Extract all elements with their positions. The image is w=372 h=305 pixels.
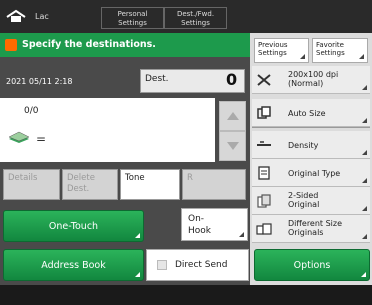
original-type-label: Original Type [288,169,341,178]
options-label: Options [293,260,331,271]
scan-size-label: Auto Size [288,109,326,118]
corner-mark-icon [362,85,367,90]
one-touch-button[interactable]: One-Touch [3,210,144,242]
two-sided-label: 2-Sided Original [288,191,320,209]
direct-send-label: Direct Send [175,260,228,270]
options-button[interactable]: Options [254,249,370,281]
corner-mark-icon [362,234,367,239]
tone-button[interactable]: Tone [120,169,180,200]
density-setting[interactable]: Density [252,131,370,159]
different-size-icon [256,223,272,235]
divider [252,127,370,128]
on-hook-label: On- Hook [188,214,211,236]
favorite-settings-button[interactable]: Favorite Settings [312,38,368,63]
resolution-icon [257,74,271,86]
one-touch-label: One-Touch [48,221,99,232]
alert-icon [5,39,17,51]
copy-size-icon [257,106,271,119]
on-hook-button[interactable]: On- Hook [181,208,248,241]
corner-mark-icon [361,272,366,277]
corner-mark-icon [359,54,364,59]
list-count: 0/0 [24,106,39,116]
resolution-setting[interactable]: 200x100 dpi (Normal) [252,66,370,94]
delete-dest-button[interactable]: Delete Dest. [62,169,118,200]
density-icon [257,141,271,146]
dest-fwd-settings-button[interactable]: Dest./Fwd. Settings [164,7,227,29]
scroll-up-button[interactable] [219,101,246,131]
page-title: Specify the destinations. [0,33,250,57]
dest-label: Dest. [145,74,169,84]
previous-settings-label: Previous Settings [258,41,288,57]
details-button[interactable]: Details [3,169,60,200]
scroll-down-button[interactable] [219,131,246,161]
page-title-text: Specify the destinations. [22,39,156,50]
arrow-down-icon [227,142,239,150]
corner-mark-icon [362,206,367,211]
different-size-label: Different Size Originals [288,219,343,237]
original-type-icon [258,166,270,180]
corner-mark-icon [362,178,367,183]
checkbox-icon [157,260,167,270]
personal-settings-button[interactable]: Personal Settings [101,7,164,29]
original-type-setting[interactable]: Original Type [252,159,370,187]
arrow-up-icon [227,112,239,120]
address-book-label: Address Book [41,260,106,271]
bottom-bar [0,285,372,305]
corner-mark-icon [135,233,140,238]
datetime: 2021 05/11 2:18 [6,77,73,86]
different-size-setting[interactable]: Different Size Originals [252,215,370,243]
corner-mark-icon [239,232,244,237]
address-book-icon [8,131,30,143]
resolution-label: 200x100 dpi (Normal) [288,70,339,88]
corner-mark-icon [135,272,140,277]
corner-mark-icon [362,150,367,155]
home-icon[interactable] [5,9,27,23]
corner-mark-icon [300,54,305,59]
dest-count: 0 [226,70,238,89]
direct-send-toggle[interactable]: Direct Send [146,249,249,281]
home-label[interactable]: Lac [35,12,49,21]
two-sided-setting[interactable]: 2-Sided Original [252,187,370,215]
corner-mark-icon [362,118,367,123]
address-book-button[interactable]: Address Book [3,249,144,281]
two-sided-icon [257,194,271,208]
density-label: Density [288,141,319,150]
scan-size-setting[interactable]: Auto Size [252,99,370,127]
previous-settings-button[interactable]: Previous Settings [254,38,309,63]
equals-icon: = [36,132,47,146]
favorite-settings-label: Favorite Settings [316,41,345,57]
r-button[interactable]: R [182,169,246,200]
